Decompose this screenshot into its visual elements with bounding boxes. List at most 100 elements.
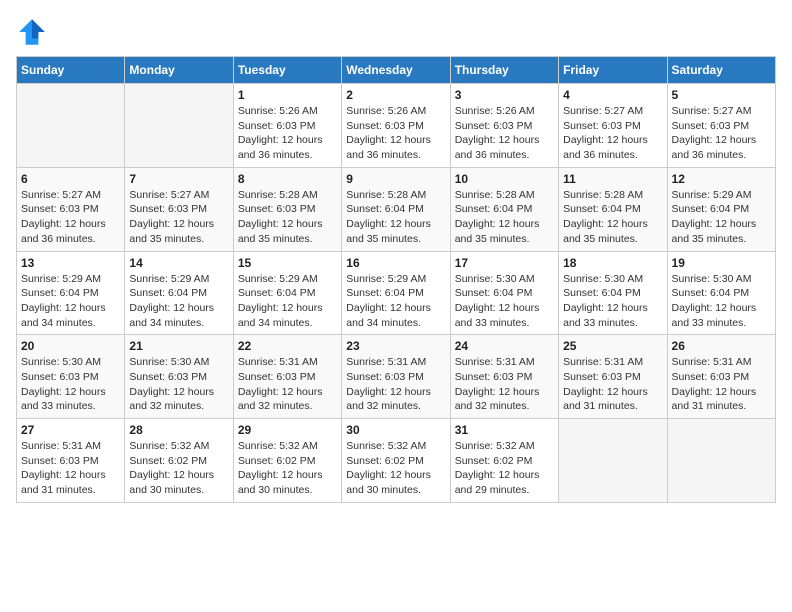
- page-header: [16, 16, 776, 48]
- day-number: 6: [21, 172, 120, 186]
- weekday-header: Tuesday: [233, 57, 341, 84]
- calendar-cell: [17, 84, 125, 168]
- weekday-header: Thursday: [450, 57, 558, 84]
- calendar-week-row: 6 Sunrise: 5:27 AM Sunset: 6:03 PM Daylig…: [17, 167, 776, 251]
- day-info: Sunrise: 5:31 AM Sunset: 6:03 PM Dayligh…: [563, 355, 662, 414]
- day-number: 8: [238, 172, 337, 186]
- calendar-week-row: 20 Sunrise: 5:30 AM Sunset: 6:03 PM Dayli…: [17, 335, 776, 419]
- day-number: 21: [129, 339, 228, 353]
- day-number: 25: [563, 339, 662, 353]
- day-info: Sunrise: 5:27 AM Sunset: 6:03 PM Dayligh…: [672, 104, 771, 163]
- calendar-cell: 24 Sunrise: 5:31 AM Sunset: 6:03 PM Dayli…: [450, 335, 558, 419]
- calendar-week-row: 13 Sunrise: 5:29 AM Sunset: 6:04 PM Dayli…: [17, 251, 776, 335]
- day-number: 13: [21, 256, 120, 270]
- calendar-cell: 3 Sunrise: 5:26 AM Sunset: 6:03 PM Daylig…: [450, 84, 558, 168]
- calendar-cell: 30 Sunrise: 5:32 AM Sunset: 6:02 PM Dayli…: [342, 419, 450, 503]
- day-number: 30: [346, 423, 445, 437]
- day-number: 11: [563, 172, 662, 186]
- calendar-body: 1Sunrise: 5:26 AM Sunset: 6:03 PM Daylig…: [17, 84, 776, 503]
- day-number: 20: [21, 339, 120, 353]
- calendar-cell: 31 Sunrise: 5:32 AM Sunset: 6:02 PM Dayli…: [450, 419, 558, 503]
- logo: [16, 16, 52, 48]
- calendar-cell: 26 Sunrise: 5:31 AM Sunset: 6:03 PM Dayli…: [667, 335, 775, 419]
- day-info: Sunrise: 5:29 AM Sunset: 6:04 PM Dayligh…: [129, 272, 228, 331]
- day-info: Sunrise: 5:26 AM Sunset: 6:03 PM Dayligh…: [346, 104, 445, 163]
- day-number: 17: [455, 256, 554, 270]
- calendar-cell: 14Sunrise: 5:29 AM Sunset: 6:04 PM Dayli…: [125, 251, 233, 335]
- day-info: Sunrise: 5:28 AM Sunset: 6:03 PM Dayligh…: [238, 188, 337, 247]
- day-number: 26: [672, 339, 771, 353]
- day-info: Sunrise: 5:28 AM Sunset: 6:04 PM Dayligh…: [346, 188, 445, 247]
- weekday-header: Wednesday: [342, 57, 450, 84]
- day-number: 31: [455, 423, 554, 437]
- day-info: Sunrise: 5:32 AM Sunset: 6:02 PM Dayligh…: [346, 439, 445, 498]
- day-info: Sunrise: 5:30 AM Sunset: 6:04 PM Dayligh…: [672, 272, 771, 331]
- calendar-cell: 21 Sunrise: 5:30 AM Sunset: 6:03 PM Dayli…: [125, 335, 233, 419]
- logo-icon: [16, 16, 48, 48]
- day-number: 15: [238, 256, 337, 270]
- weekday-header: Saturday: [667, 57, 775, 84]
- day-info: Sunrise: 5:26 AM Sunset: 6:03 PM Dayligh…: [455, 104, 554, 163]
- day-info: Sunrise: 5:29 AM Sunset: 6:04 PM Dayligh…: [21, 272, 120, 331]
- day-number: 5: [672, 88, 771, 102]
- calendar-week-row: 27 Sunrise: 5:31 AM Sunset: 6:03 PM Dayli…: [17, 419, 776, 503]
- day-info: Sunrise: 5:30 AM Sunset: 6:03 PM Dayligh…: [21, 355, 120, 414]
- day-number: 24: [455, 339, 554, 353]
- day-number: 19: [672, 256, 771, 270]
- calendar-cell: 27 Sunrise: 5:31 AM Sunset: 6:03 PM Dayli…: [17, 419, 125, 503]
- day-info: Sunrise: 5:31 AM Sunset: 6:03 PM Dayligh…: [346, 355, 445, 414]
- day-number: 23: [346, 339, 445, 353]
- calendar-cell: 10Sunrise: 5:28 AM Sunset: 6:04 PM Dayli…: [450, 167, 558, 251]
- day-info: Sunrise: 5:31 AM Sunset: 6:03 PM Dayligh…: [21, 439, 120, 498]
- day-info: Sunrise: 5:26 AM Sunset: 6:03 PM Dayligh…: [238, 104, 337, 163]
- day-number: 27: [21, 423, 120, 437]
- calendar-cell: 17 Sunrise: 5:30 AM Sunset: 6:04 PM Dayli…: [450, 251, 558, 335]
- day-number: 29: [238, 423, 337, 437]
- calendar-cell: 4 Sunrise: 5:27 AM Sunset: 6:03 PM Daylig…: [559, 84, 667, 168]
- day-info: Sunrise: 5:31 AM Sunset: 6:03 PM Dayligh…: [672, 355, 771, 414]
- day-info: Sunrise: 5:27 AM Sunset: 6:03 PM Dayligh…: [563, 104, 662, 163]
- calendar-cell: 5 Sunrise: 5:27 AM Sunset: 6:03 PM Daylig…: [667, 84, 775, 168]
- calendar-cell: 22 Sunrise: 5:31 AM Sunset: 6:03 PM Dayli…: [233, 335, 341, 419]
- day-info: Sunrise: 5:27 AM Sunset: 6:03 PM Dayligh…: [21, 188, 120, 247]
- day-number: 18: [563, 256, 662, 270]
- calendar-cell: [667, 419, 775, 503]
- calendar-cell: 18 Sunrise: 5:30 AM Sunset: 6:04 PM Dayli…: [559, 251, 667, 335]
- day-info: Sunrise: 5:30 AM Sunset: 6:03 PM Dayligh…: [129, 355, 228, 414]
- day-number: 22: [238, 339, 337, 353]
- calendar-week-row: 1Sunrise: 5:26 AM Sunset: 6:03 PM Daylig…: [17, 84, 776, 168]
- calendar-table: SundayMondayTuesdayWednesdayThursdayFrid…: [16, 56, 776, 503]
- calendar-cell: [125, 84, 233, 168]
- day-info: Sunrise: 5:29 AM Sunset: 6:04 PM Dayligh…: [346, 272, 445, 331]
- day-number: 4: [563, 88, 662, 102]
- day-info: Sunrise: 5:30 AM Sunset: 6:04 PM Dayligh…: [455, 272, 554, 331]
- calendar-cell: 7 Sunrise: 5:27 AM Sunset: 6:03 PM Daylig…: [125, 167, 233, 251]
- day-number: 9: [346, 172, 445, 186]
- calendar-cell: 12Sunrise: 5:29 AM Sunset: 6:04 PM Dayli…: [667, 167, 775, 251]
- day-info: Sunrise: 5:32 AM Sunset: 6:02 PM Dayligh…: [455, 439, 554, 498]
- calendar-cell: [559, 419, 667, 503]
- calendar-cell: 23 Sunrise: 5:31 AM Sunset: 6:03 PM Dayli…: [342, 335, 450, 419]
- calendar-cell: 13 Sunrise: 5:29 AM Sunset: 6:04 PM Dayli…: [17, 251, 125, 335]
- weekday-header: Friday: [559, 57, 667, 84]
- day-info: Sunrise: 5:31 AM Sunset: 6:03 PM Dayligh…: [238, 355, 337, 414]
- day-number: 3: [455, 88, 554, 102]
- day-info: Sunrise: 5:30 AM Sunset: 6:04 PM Dayligh…: [563, 272, 662, 331]
- calendar-cell: 20 Sunrise: 5:30 AM Sunset: 6:03 PM Dayli…: [17, 335, 125, 419]
- day-number: 2: [346, 88, 445, 102]
- day-info: Sunrise: 5:31 AM Sunset: 6:03 PM Dayligh…: [455, 355, 554, 414]
- calendar-cell: 16Sunrise: 5:29 AM Sunset: 6:04 PM Dayli…: [342, 251, 450, 335]
- day-info: Sunrise: 5:32 AM Sunset: 6:02 PM Dayligh…: [238, 439, 337, 498]
- calendar-cell: 8 Sunrise: 5:28 AM Sunset: 6:03 PM Daylig…: [233, 167, 341, 251]
- calendar-cell: 1Sunrise: 5:26 AM Sunset: 6:03 PM Daylig…: [233, 84, 341, 168]
- day-info: Sunrise: 5:28 AM Sunset: 6:04 PM Dayligh…: [563, 188, 662, 247]
- day-info: Sunrise: 5:32 AM Sunset: 6:02 PM Dayligh…: [129, 439, 228, 498]
- calendar-cell: 28Sunrise: 5:32 AM Sunset: 6:02 PM Dayli…: [125, 419, 233, 503]
- day-number: 7: [129, 172, 228, 186]
- calendar-cell: 9 Sunrise: 5:28 AM Sunset: 6:04 PM Daylig…: [342, 167, 450, 251]
- calendar-cell: 19 Sunrise: 5:30 AM Sunset: 6:04 PM Dayli…: [667, 251, 775, 335]
- calendar-cell: 25 Sunrise: 5:31 AM Sunset: 6:03 PM Dayli…: [559, 335, 667, 419]
- day-number: 12: [672, 172, 771, 186]
- day-info: Sunrise: 5:27 AM Sunset: 6:03 PM Dayligh…: [129, 188, 228, 247]
- weekday-header: Monday: [125, 57, 233, 84]
